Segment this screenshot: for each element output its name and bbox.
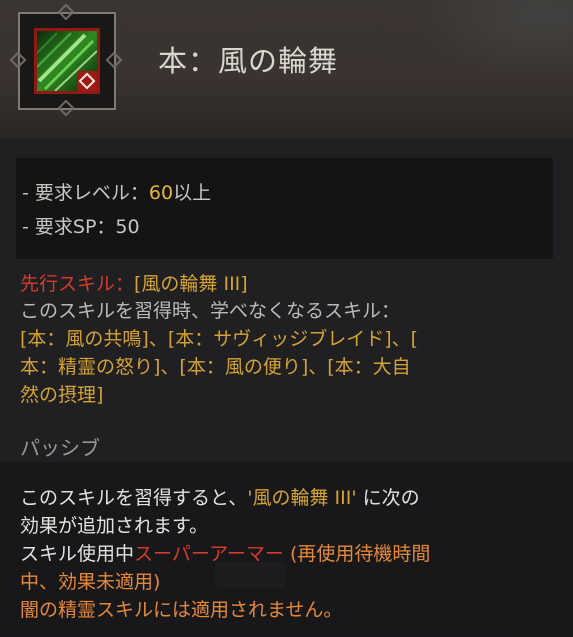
wind-blade-skill-icon: [34, 28, 100, 94]
description-line-1: このスキルを習得すると、'風の輪舞 III' に次の: [20, 484, 420, 512]
prerequisite-label: 先行スキル：: [20, 273, 135, 295]
required-sp: - 要求SP：50: [22, 216, 140, 238]
required-level-label: - 要求レベル：: [22, 182, 149, 204]
description-line-2: 効果が追加されます。: [20, 515, 209, 537]
requirements-box: [16, 158, 553, 259]
description-line-3-pre: スキル使用中: [20, 543, 135, 565]
skill-tooltip: 本：風の輪舞 - 要求レベル：60以上 - 要求SP：50 先行スキル：[風の輪…: [0, 0, 573, 637]
prerequisite-skill: 先行スキル：[風の輪舞 III]: [20, 270, 248, 298]
skill-icon-frame: [9, 3, 123, 117]
frame-diamond-top: [57, 3, 75, 21]
required-level: - 要求レベル：60以上: [22, 178, 211, 205]
description-line-3: スキル使用中スーパーアーマー (再使用待機時間: [20, 540, 430, 568]
super-armor-label: スーパーアーマー: [134, 543, 284, 565]
frame-diamond-bottom: [57, 99, 75, 117]
skill-type-label: パッシブ: [20, 436, 100, 460]
frame-diamond-left: [9, 51, 27, 69]
description-line-5: 闇の精霊スキルには適用されません。: [20, 599, 343, 621]
unlearn-list-line: 然の摂理]: [20, 384, 104, 406]
unlearn-list-line: 本：精霊の怒り]、[本：風の便り]、[本：大自: [20, 356, 411, 378]
required-level-suffix: 以上: [173, 182, 212, 204]
description-line-4: 中、効果未適用): [20, 571, 161, 593]
description-line-3-post: (再使用待機時間: [283, 543, 431, 565]
description-line-1-pre: このスキルを習得すると、: [20, 487, 248, 509]
frame-diamond-right: [105, 51, 123, 69]
tooltip-header: 本：風の輪舞: [0, 0, 573, 138]
required-level-value: 60: [148, 182, 174, 204]
skill-title: 本：風の輪舞: [158, 44, 339, 78]
description-skill-quote: '風の輪舞 III': [247, 487, 357, 509]
unlearn-heading: このスキルを習得時、学べなくなるスキル：: [20, 300, 401, 322]
unlearn-list-line: [本：風の共鳴]、[本：サヴィッジブレイド]、[: [20, 328, 419, 350]
description-line-1-post: に次の: [356, 487, 420, 509]
prerequisite-value: [風の輪舞 III]: [134, 273, 248, 295]
header-glow: [413, 0, 573, 80]
